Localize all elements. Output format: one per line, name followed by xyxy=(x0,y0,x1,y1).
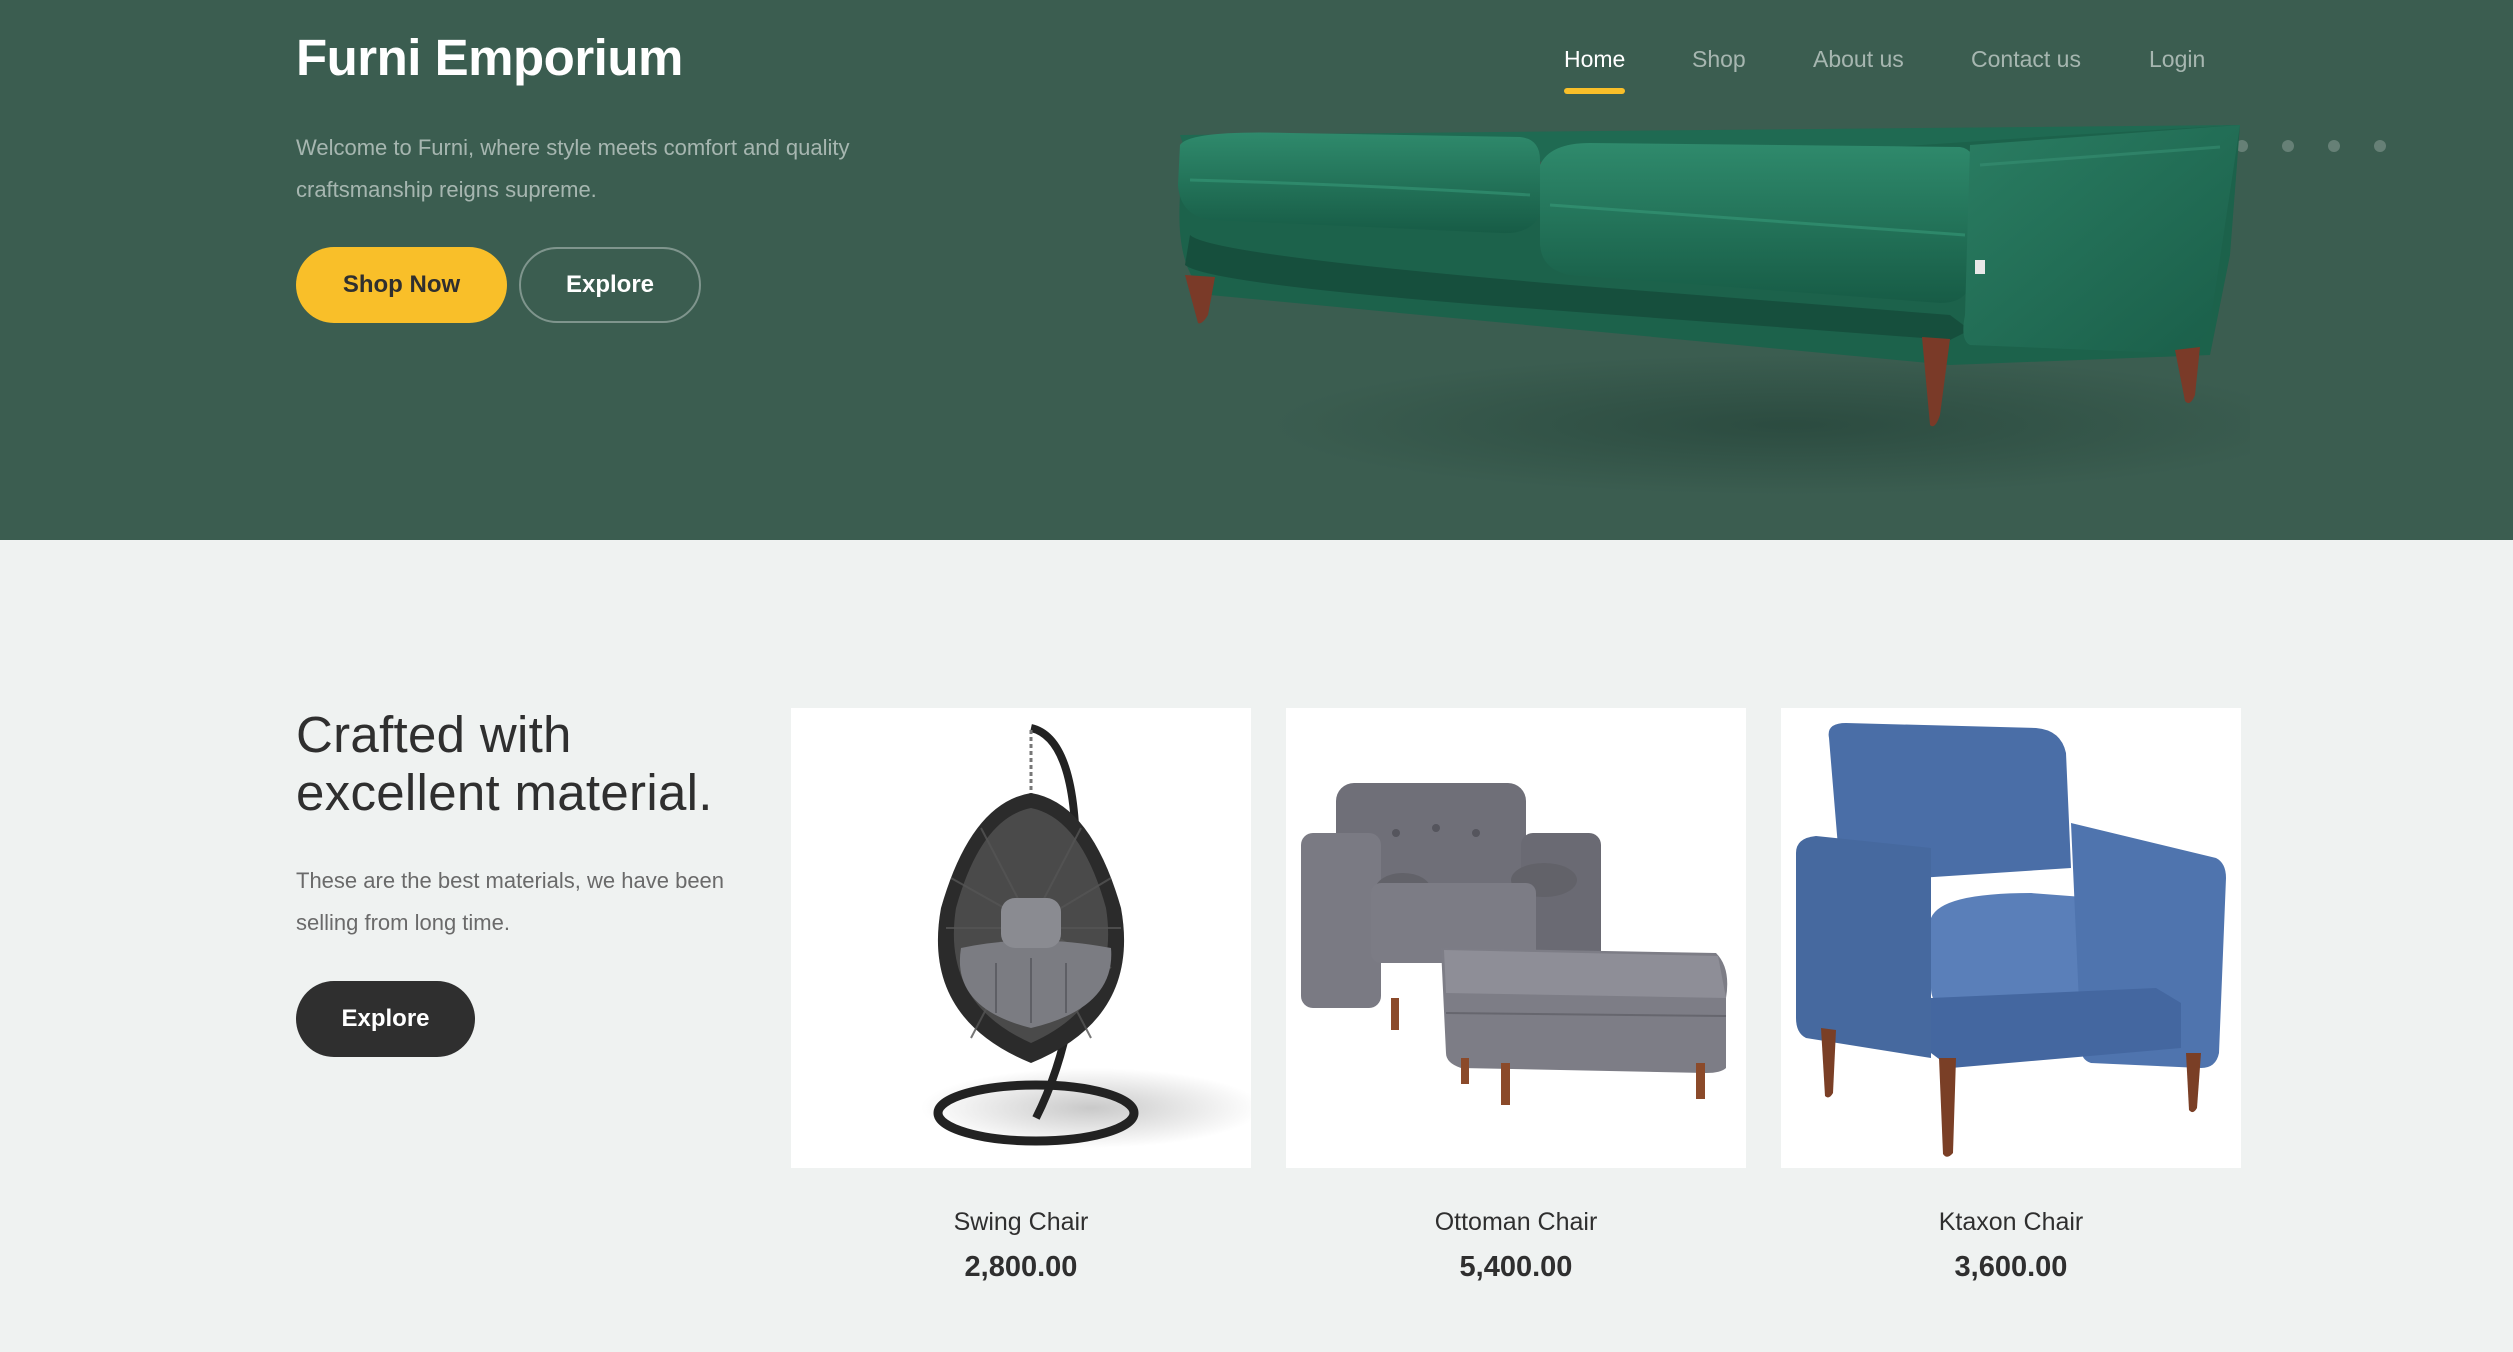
material-explore-button[interactable]: Explore xyxy=(296,981,475,1057)
nav-login[interactable]: Login xyxy=(2149,46,2205,73)
product-card-swing-chair[interactable]: Swing Chair 2,800.00 xyxy=(791,708,1251,1284)
hero-tagline: Welcome to Furni, where style meets comf… xyxy=(296,135,850,202)
product-price-swing-chair: 2,800.00 xyxy=(964,1251,1078,1283)
hero-section: Furni Emporium Home Shop About us Contac… xyxy=(0,0,2513,540)
nav-home-label: Home xyxy=(1564,46,1626,72)
nav-about[interactable]: About us xyxy=(1813,46,1904,73)
product-card-ktaxon-chair[interactable]: Ktaxon Chair 3,600.00 xyxy=(1781,708,2241,1284)
material-heading-line1: Crafted with xyxy=(296,706,572,763)
nav-home[interactable]: Home xyxy=(1564,46,1626,94)
product-name-swing-chair: Swing Chair xyxy=(953,1208,1089,1236)
material-description: These are the best materials, we have be… xyxy=(296,868,725,935)
nav-active-indicator xyxy=(1564,88,1626,94)
nav-shop[interactable]: Shop xyxy=(1692,46,1746,73)
material-heading-line2: excellent material. xyxy=(296,764,713,821)
shop-now-button[interactable]: Shop Now xyxy=(296,247,507,323)
product-card-ottoman-chair[interactable]: Ottoman Chair 5,400.00 xyxy=(1286,708,1746,1284)
product-price-ktaxon-chair: 3,600.00 xyxy=(1954,1251,2068,1283)
product-image-ktaxon-chair[interactable] xyxy=(1781,708,2241,1168)
nav-about-label: About us xyxy=(1813,46,1904,72)
shop-now-label: Shop Now xyxy=(342,271,461,298)
nav-contact[interactable]: Contact us xyxy=(1971,46,2081,73)
material-explore-label: Explore xyxy=(341,1005,430,1032)
main-nav: Home Shop About us Contact us Login xyxy=(0,46,2513,106)
product-name-ottoman-chair: Ottoman Chair xyxy=(1434,1208,1598,1236)
product-image-ottoman-chair[interactable] xyxy=(1286,708,1746,1168)
material-heading: Crafted with excellent material. xyxy=(296,706,776,822)
hero-sofa-image xyxy=(1178,125,2250,495)
nav-login-label: Login xyxy=(2149,46,2206,72)
product-image-swing-chair[interactable] xyxy=(791,708,1251,1168)
hero-explore-label: Explore xyxy=(565,271,655,298)
hero-explore-button[interactable]: Explore xyxy=(519,247,701,323)
nav-shop-label: Shop xyxy=(1692,46,1746,72)
product-price-ottoman-chair: 5,400.00 xyxy=(1459,1251,1573,1283)
nav-contact-label: Contact us xyxy=(1971,46,2081,72)
product-name-ktaxon-chair: Ktaxon Chair xyxy=(1938,1208,2084,1236)
